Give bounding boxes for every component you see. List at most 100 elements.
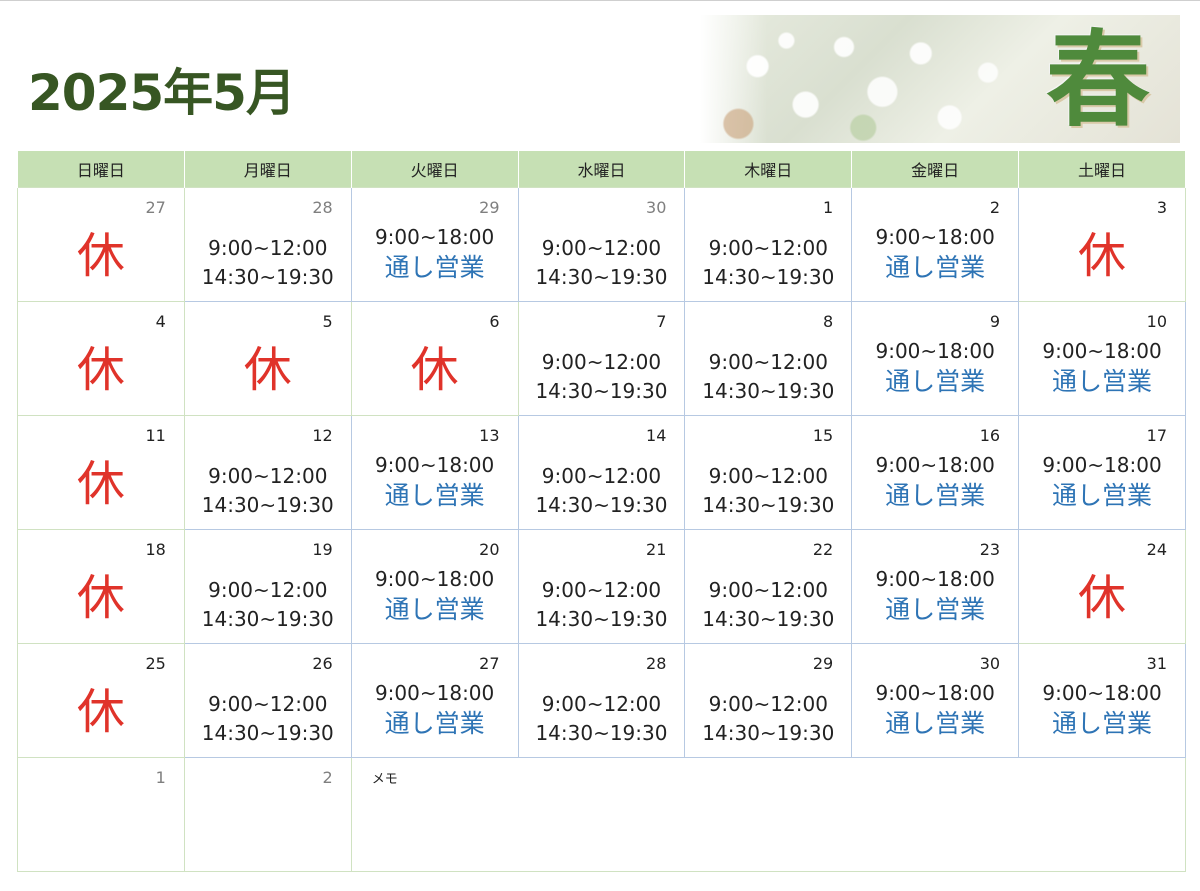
day-cell[interactable]: 22 9:00~12:00 14:30~19:30: [684, 528, 853, 644]
weekday-header: 月曜日: [183, 151, 352, 187]
day-cell[interactable]: 20 9:00~18:00 通し営業: [350, 528, 519, 644]
day-cell[interactable]: 11 休: [17, 414, 185, 530]
page: 2025年5月 春 日曜日 月曜日 火曜日 水曜日 木曜日 金曜日 土曜日 27…: [0, 0, 1200, 891]
day-cell[interactable]: 29 9:00~18:00 通し営業: [350, 186, 519, 302]
day-cell[interactable]: 24 休: [1018, 528, 1186, 644]
day-number: 5: [322, 311, 333, 331]
day-cell[interactable]: 4休: [17, 300, 185, 416]
day-number: 8: [823, 311, 834, 331]
day-cell[interactable]: 28 9:00~12:00 14:30~19:30: [517, 642, 686, 758]
afternoon-hours: 14:30~19:30: [535, 492, 668, 517]
afternoon-hours: 14:30~19:30: [201, 492, 334, 517]
full-hours: 9:00~18:00: [875, 452, 995, 477]
full-day-hours: 9:00~18:00 通し営業: [852, 679, 1018, 741]
closed-mark: 休: [410, 341, 459, 398]
full-day-hours: 9:00~18:00 通し営業: [1019, 337, 1185, 399]
split-hours: 9:00~12:00 14:30~19:30: [185, 576, 351, 634]
full-day-label: 通し営業: [885, 366, 986, 396]
morning-hours: 9:00~12:00: [541, 577, 662, 602]
last-row: 1 2 メモ: [17, 756, 1187, 872]
day-number: 19: [312, 539, 333, 559]
morning-hours: 9:00~12:00: [708, 577, 828, 602]
day-cell[interactable]: 27 休: [17, 186, 185, 302]
day-cell[interactable]: 7 9:00~12:00 14:30~19:30: [517, 300, 686, 416]
day-cell[interactable]: 18 休: [17, 528, 185, 644]
morning-hours: 9:00~12:00: [541, 691, 662, 716]
morning-hours: 9:00~12:00: [208, 691, 328, 716]
day-number: 29: [479, 197, 500, 217]
day-cell[interactable]: 25 休: [17, 642, 185, 758]
day-cell[interactable]: 19 9:00~12:00 14:30~19:30: [183, 528, 352, 644]
day-cell[interactable]: 28 9:00~12:00 14:30~19:30: [183, 186, 352, 302]
day-cell: 2: [183, 756, 352, 872]
morning-hours: 9:00~12:00: [208, 577, 328, 602]
day-cell[interactable]: 6休: [350, 300, 519, 416]
closed-mark: 休: [243, 341, 292, 398]
day-number: 13: [479, 425, 500, 445]
full-day-label: 通し営業: [384, 252, 485, 282]
afternoon-hours: 14:30~19:30: [201, 264, 334, 289]
day-cell[interactable]: 16 9:00~18:00 通し営業: [851, 414, 1020, 530]
day-cell[interactable]: 14 9:00~12:00 14:30~19:30: [517, 414, 686, 530]
day-cell[interactable]: 2 9:00~18:00 通し営業: [851, 186, 1020, 302]
day-number: 2: [989, 197, 1001, 217]
day-number: 22: [812, 539, 834, 559]
full-day-hours: 9:00~18:00 通し営業: [352, 223, 518, 285]
day-number: 21: [646, 539, 667, 559]
day-number: 24: [1146, 539, 1167, 559]
day-number: 4: [155, 311, 166, 331]
day-cell[interactable]: 3休: [1018, 186, 1186, 302]
day-number: 15: [812, 425, 834, 445]
spring-banner-image: 春: [700, 15, 1180, 143]
day-cell[interactable]: 13 9:00~18:00 通し営業: [350, 414, 519, 530]
weekday-header: 火曜日: [350, 151, 519, 187]
full-hours: 9:00~18:00: [1042, 452, 1162, 477]
weekday-header: 日曜日: [17, 151, 185, 187]
day-cell[interactable]: 21 9:00~12:00 14:30~19:30: [517, 528, 686, 644]
weekday-header-row: 日曜日 月曜日 火曜日 水曜日 木曜日 金曜日 土曜日: [17, 151, 1186, 187]
day-cell[interactable]: 1 9:00~12:00 14:30~19:30: [684, 186, 853, 302]
day-number: 1: [155, 767, 166, 787]
full-day-hours: 9:00~18:00 通し営業: [352, 565, 518, 627]
split-hours: 9:00~12:00 14:30~19:30: [185, 690, 351, 748]
full-hours: 9:00~18:00: [374, 452, 495, 477]
day-number: 28: [646, 653, 667, 673]
week-row: 4 休 5 休 6 休 7 9:00~12:00 14:30~19:30 8 9:00~12:00 1…: [17, 300, 1186, 416]
day-cell[interactable]: 31 9:00~18:00 通し営業: [1018, 642, 1186, 758]
day-number: 3: [1156, 197, 1167, 217]
afternoon-hours: 14:30~19:30: [201, 720, 334, 745]
day-cell[interactable]: 30 9:00~18:00 通し営業: [851, 642, 1020, 758]
split-hours: 9:00~12:00 14:30~19:30: [685, 690, 851, 748]
day-cell[interactable]: 30 9:00~12:00 14:30~19:30: [517, 186, 686, 302]
day-cell[interactable]: 27 9:00~18:00 通し営業: [350, 642, 519, 758]
day-cell[interactable]: 26 9:00~12:00 14:30~19:30: [183, 642, 352, 758]
day-cell[interactable]: 29 9:00~12:00 14:30~19:30: [684, 642, 853, 758]
closed-mark: 休: [76, 341, 125, 398]
full-day-hours: 9:00~18:00 通し営業: [852, 451, 1018, 513]
day-cell[interactable]: 5休: [183, 300, 352, 416]
day-cell[interactable]: 23 9:00~18:00 通し営業: [851, 528, 1020, 644]
afternoon-hours: 14:30~19:30: [535, 264, 668, 289]
afternoon-hours: 14:30~19:30: [702, 264, 835, 289]
full-hours: 9:00~18:00: [374, 566, 495, 591]
full-day-label: 通し営業: [1052, 708, 1153, 738]
weekday-header: 土曜日: [1018, 151, 1186, 187]
split-hours: 9:00~12:00 14:30~19:30: [685, 234, 851, 292]
day-number: 23: [979, 539, 1001, 559]
full-hours: 9:00~18:00: [1042, 338, 1162, 363]
day-cell[interactable]: 17 9:00~18:00 通し営業: [1018, 414, 1186, 530]
day-cell[interactable]: 10 9:00~18:00 通し営業: [1018, 300, 1186, 416]
split-hours: 9:00~12:00 14:30~19:30: [685, 462, 851, 520]
day-cell[interactable]: 15 9:00~12:00 14:30~19:30: [684, 414, 853, 530]
full-day-hours: 9:00~18:00 通し営業: [352, 451, 518, 513]
morning-hours: 9:00~12:00: [708, 349, 828, 374]
day-number: 27: [479, 653, 500, 673]
memo-area[interactable]: メモ: [350, 756, 1187, 872]
weekday-header: 水曜日: [517, 151, 686, 187]
day-cell[interactable]: 9 9:00~18:00 通し営業: [851, 300, 1020, 416]
afternoon-hours: 14:30~19:30: [535, 378, 668, 403]
day-number: 17: [1146, 425, 1167, 445]
weekday-header: 金曜日: [851, 151, 1020, 187]
day-cell[interactable]: 12 9:00~12:00 14:30~19:30: [183, 414, 352, 530]
day-cell[interactable]: 8 9:00~12:00 14:30~19:30: [684, 300, 853, 416]
